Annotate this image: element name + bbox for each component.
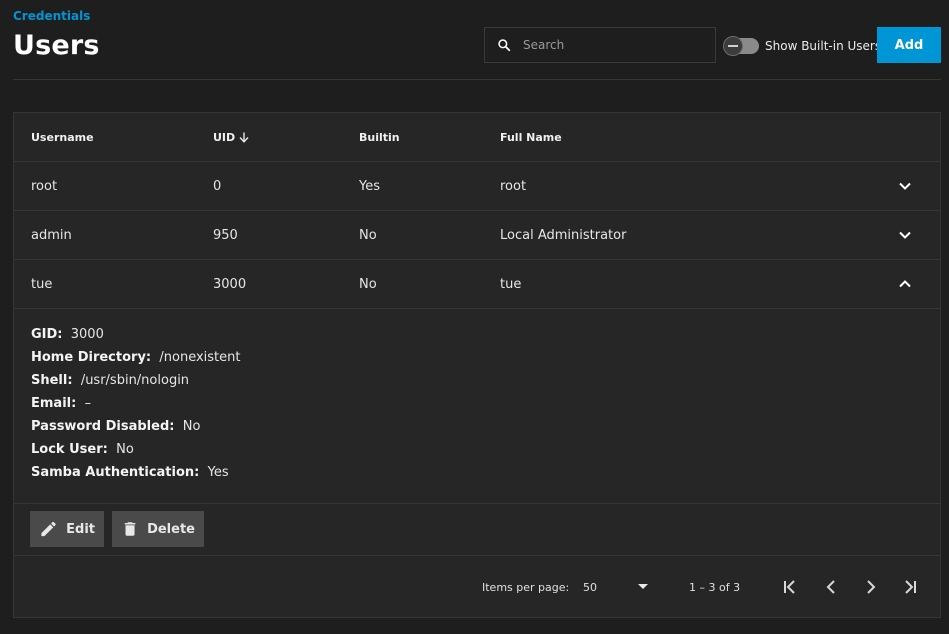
detail-label: Samba Authentication: <box>31 465 200 480</box>
detail-password-disabled: Password Disabled: No <box>31 419 240 442</box>
cell-username: root <box>31 178 58 194</box>
last-page-icon[interactable] <box>901 578 919 596</box>
chevron-down-icon[interactable] <box>897 178 913 194</box>
cell-uid: 3000 <box>213 276 247 292</box>
page-range-label: 1 – 3 of 3 <box>689 581 741 594</box>
pencil-icon <box>41 521 56 537</box>
column-header-uid-label: UID <box>213 130 236 144</box>
trash-icon <box>124 522 136 536</box>
column-header-username[interactable]: Username <box>31 131 94 144</box>
detail-label: Lock User: <box>31 442 108 457</box>
show-builtin-toggle[interactable]: Show Built-in Users <box>723 36 882 56</box>
detail-label: Home Directory: <box>31 350 152 365</box>
delete-label: Delete <box>147 521 195 537</box>
detail-label: Password Disabled: <box>31 419 175 434</box>
detail-value: 3000 <box>70 327 104 342</box>
items-per-page-select[interactable]: 50 <box>583 581 597 594</box>
cell-uid: 950 <box>213 227 238 243</box>
detail-value: /nonexistent <box>159 350 241 365</box>
table-header-row: Username UID Builtin Full Name <box>14 113 940 162</box>
edit-button[interactable]: Edit <box>30 511 104 547</box>
detail-email: Email: – <box>31 396 240 419</box>
cell-username: admin <box>31 227 72 243</box>
column-header-full-name[interactable]: Full Name <box>500 131 562 144</box>
search-field[interactable] <box>484 27 716 63</box>
detail-home-directory: Home Directory: /nonexistent <box>31 350 240 373</box>
chevron-down-icon[interactable] <box>897 227 913 243</box>
detail-label: GID: <box>31 327 63 342</box>
users-table-card: Username UID Builtin Full Name root 0 Ye… <box>13 112 941 618</box>
table-row[interactable]: admin 950 No Local Administrator <box>14 211 940 260</box>
detail-gid: GID: 3000 <box>31 327 240 350</box>
table-row[interactable]: root 0 Yes root <box>14 162 940 211</box>
cell-full-name: root <box>500 178 527 194</box>
breadcrumb-credentials[interactable]: Credentials <box>13 9 90 23</box>
users-page: Credentials Users Show Built-in Users Ad… <box>0 0 949 634</box>
page-title: Users <box>13 30 100 61</box>
delete-button[interactable]: Delete <box>112 511 204 547</box>
next-page-icon[interactable] <box>862 578 880 596</box>
items-per-page-label: Items per page: <box>482 581 570 594</box>
cell-username: tue <box>31 276 53 292</box>
detail-value: – <box>84 396 92 411</box>
sort-arrow-down-icon <box>239 132 249 143</box>
search-icon <box>485 38 523 52</box>
detail-samba-authentication: Samba Authentication: Yes <box>31 465 240 488</box>
cell-full-name: tue <box>500 276 522 292</box>
toggle-switch[interactable] <box>723 36 759 56</box>
header-divider <box>13 79 941 80</box>
table-row-expanded[interactable]: tue 3000 No tue <box>14 260 940 309</box>
cell-uid: 0 <box>213 178 222 194</box>
edit-label: Edit <box>66 521 95 537</box>
dropdown-caret-icon[interactable] <box>637 583 649 590</box>
cell-full-name: Local Administrator <box>500 227 627 243</box>
previous-page-icon[interactable] <box>822 578 840 596</box>
detail-label: Shell: <box>31 373 73 388</box>
user-details: GID: 3000 Home Directory: /nonexistent S… <box>31 327 240 488</box>
first-page-icon[interactable] <box>781 578 799 596</box>
paginator: Items per page: 50 1 – 3 of 3 <box>14 556 940 618</box>
column-header-uid[interactable]: UID <box>213 131 249 144</box>
cell-builtin: No <box>359 227 377 243</box>
detail-value: Yes <box>207 465 229 480</box>
chevron-up-icon[interactable] <box>897 276 913 292</box>
toggle-label: Show Built-in Users <box>765 39 882 53</box>
search-input[interactable] <box>523 38 703 52</box>
detail-shell: Shell: /usr/sbin/nologin <box>31 373 240 396</box>
detail-value: /usr/sbin/nologin <box>80 373 190 388</box>
detail-value: No <box>182 419 201 434</box>
column-header-builtin[interactable]: Builtin <box>359 131 400 144</box>
detail-lock-user: Lock User: No <box>31 442 240 465</box>
cell-builtin: No <box>359 276 377 292</box>
detail-label: Email: <box>31 396 77 411</box>
cell-builtin: Yes <box>359 178 380 194</box>
add-button[interactable]: Add <box>877 27 941 63</box>
detail-value: No <box>116 442 134 457</box>
actions-divider <box>14 503 940 504</box>
